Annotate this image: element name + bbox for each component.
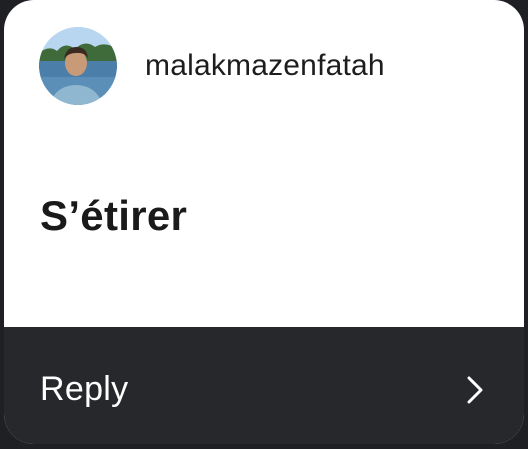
username[interactable]: malakmazenfatah — [145, 49, 385, 83]
sender-header: malakmazenfatah — [39, 27, 385, 105]
message-card: malakmazenfatah S’étirer Reply — [4, 0, 524, 444]
chevron-right-icon — [464, 375, 486, 405]
reply-label: Reply — [40, 370, 129, 408]
message-text: S’étirer — [40, 192, 188, 239]
reply-button[interactable]: Reply — [4, 327, 524, 444]
avatar[interactable] — [39, 27, 117, 105]
avatar-photo-icon — [39, 27, 117, 105]
